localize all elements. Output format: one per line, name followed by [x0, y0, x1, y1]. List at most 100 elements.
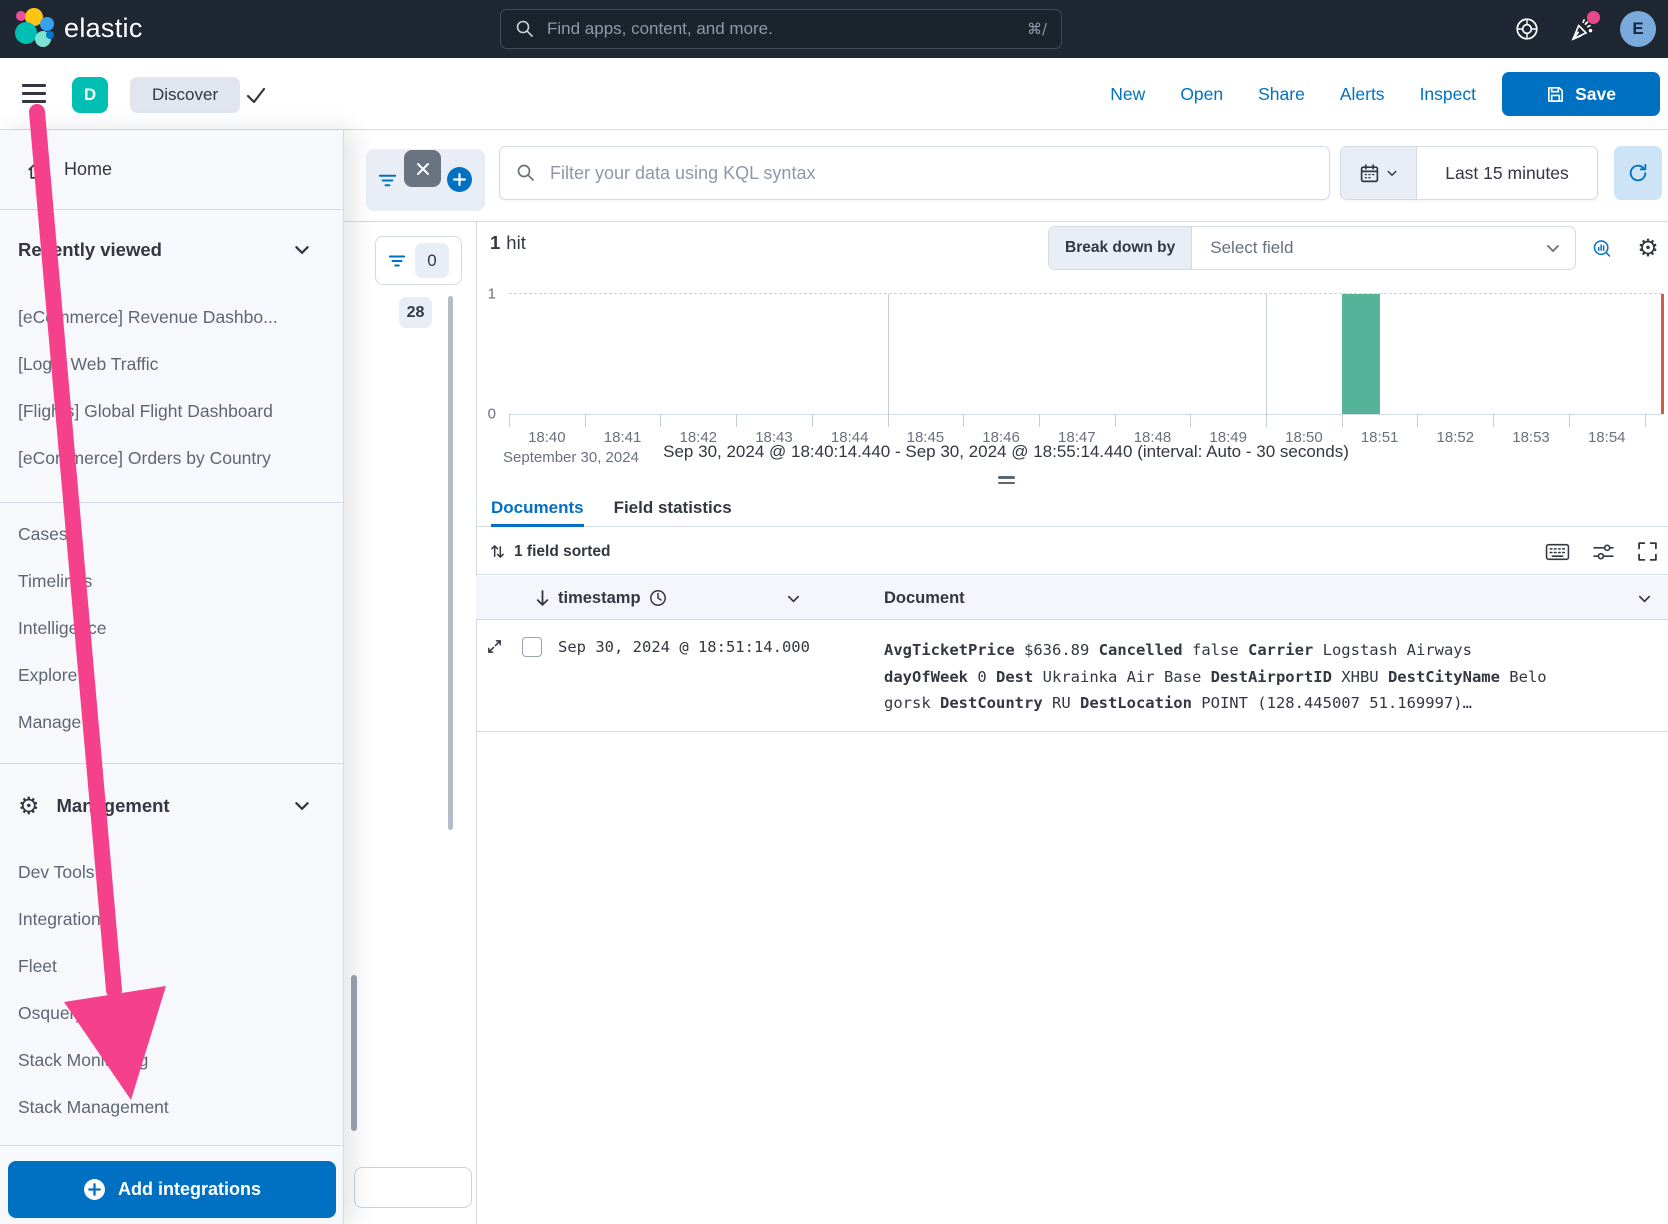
- breadcrumb-discover[interactable]: Discover: [130, 77, 240, 113]
- clock-icon: [649, 589, 667, 607]
- add-field-button[interactable]: [447, 167, 472, 192]
- toolbar-link-inspect[interactable]: Inspect: [1420, 84, 1476, 105]
- search-icon: [515, 19, 535, 39]
- add-integrations-label: Add integrations: [118, 1179, 261, 1200]
- toolbar-link-new[interactable]: New: [1110, 84, 1145, 105]
- histogram-bar[interactable]: [1342, 294, 1380, 414]
- field-filters-button[interactable]: 0: [375, 236, 462, 285]
- help-button[interactable]: [1512, 14, 1542, 44]
- row-timestamp: Sep 30, 2024 @ 18:51:14.000: [558, 638, 810, 656]
- histogram-chart[interactable]: 1 0 September 30, 2024 18:4018:4118:4218…: [509, 293, 1662, 415]
- sidebar-item-fleet[interactable]: Fleet: [0, 943, 343, 990]
- recent-item-ecommerce-orders-by-country[interactable]: [eCommerce] Orders by Country: [0, 435, 343, 482]
- x-axis-tickmark: [1039, 414, 1040, 427]
- sort-summary-button[interactable]: 1 field sorted: [490, 528, 610, 575]
- breakdown-select[interactable]: Break down by Select field: [1048, 226, 1576, 270]
- calendar-button[interactable]: [1341, 147, 1417, 199]
- header-actions: E: [1512, 0, 1656, 58]
- x-axis-tickmark: [1417, 414, 1418, 427]
- tab-field-statistics[interactable]: Field statistics: [614, 489, 732, 526]
- x-axis-tickmark: [585, 414, 586, 427]
- filter-icon: [378, 171, 397, 195]
- x-axis-tickmark: [660, 414, 661, 427]
- toolbar-link-open[interactable]: Open: [1180, 84, 1223, 105]
- row-document: AvgTicketPrice $636.89 Cancelled false C…: [884, 637, 1584, 717]
- time-range-value[interactable]: Last 15 minutes: [1417, 147, 1597, 199]
- sidebar-item-home[interactable]: Home: [0, 130, 343, 210]
- display-options-icon[interactable]: [1592, 541, 1615, 563]
- chart-settings-button[interactable]: ⚙: [1632, 232, 1664, 264]
- resize-handle[interactable]: [998, 476, 1015, 484]
- x-axis-tickmark: [1190, 414, 1191, 427]
- navigation-flyout: Home Recently viewed [eCommerce] Revenue…: [0, 130, 344, 1224]
- sidebar-item-timelines[interactable]: Timelines: [0, 558, 343, 605]
- management-title: Management: [57, 795, 170, 817]
- chevron-down-icon[interactable]: [1637, 576, 1652, 620]
- sidebar-item-cases[interactable]: Cases: [0, 511, 343, 558]
- sidebar-item-intelligence[interactable]: Intelligence: [0, 605, 343, 652]
- notification-badge: [1587, 11, 1600, 24]
- hits-count: 1hit: [490, 232, 526, 254]
- add-integrations-button[interactable]: Add integrations: [8, 1161, 336, 1218]
- expand-row-icon[interactable]: [486, 638, 503, 660]
- filter-icon: [388, 252, 406, 270]
- column-header-document[interactable]: Document: [884, 576, 965, 620]
- save-button[interactable]: Save: [1502, 72, 1660, 116]
- refresh-button[interactable]: [1614, 146, 1662, 200]
- app-toolbar: D Discover New Open Share Alerts Inspect Sav…: [0, 58, 1668, 130]
- chart-gridline: [888, 294, 889, 414]
- recent-item-flights-global-flight-dashboard[interactable]: [Flights] Global Flight Dashboard: [0, 388, 343, 435]
- global-search-input[interactable]: Find apps, content, and more. ⌘/: [500, 9, 1062, 49]
- keyboard-icon[interactable]: [1545, 541, 1570, 563]
- time-range-note: Sep 30, 2024 @ 18:40:14.440 - Sep 30, 20…: [344, 442, 1668, 462]
- kql-query-input[interactable]: Filter your data using KQL syntax: [499, 146, 1330, 200]
- sidebar-scrollbar[interactable]: [351, 975, 357, 1131]
- elastic-logo[interactable]: elastic: [14, 8, 143, 48]
- x-axis-tickmark: [1342, 414, 1343, 427]
- close-button[interactable]: [404, 150, 441, 187]
- x-axis-tickmark: [1115, 414, 1116, 427]
- divider: [0, 502, 343, 503]
- x-axis-tickmark: [736, 414, 737, 427]
- newsfeed-button[interactable]: [1566, 14, 1596, 44]
- divider: [0, 1145, 343, 1146]
- recently-viewed-header[interactable]: Recently viewed: [0, 228, 343, 272]
- user-avatar[interactable]: E: [1620, 11, 1656, 47]
- home-label: Home: [64, 159, 112, 180]
- tab-documents[interactable]: Documents: [491, 489, 584, 526]
- chart-suggestions-button[interactable]: [1586, 232, 1618, 264]
- sidebar-item-osquery[interactable]: Osquery: [0, 990, 343, 1037]
- column-header-timestamp[interactable]: timestamp: [535, 576, 667, 620]
- sidebar-item-integrations[interactable]: Integrations: [0, 896, 343, 943]
- sidebar-item-dev-tools[interactable]: Dev Tools: [0, 849, 343, 896]
- menu-button[interactable]: [22, 84, 46, 103]
- fullscreen-icon[interactable]: [1637, 541, 1658, 562]
- sidebar-item-explore[interactable]: Explore: [0, 652, 343, 699]
- toolbar-link-alerts[interactable]: Alerts: [1340, 84, 1385, 105]
- brand-name: elastic: [64, 13, 143, 44]
- result-tabs: Documents Field statistics: [476, 489, 1668, 527]
- breakdown-value[interactable]: Select field: [1192, 227, 1545, 269]
- table-row: Sep 30, 2024 @ 18:51:14.000 AvgTicketPric…: [476, 620, 1668, 732]
- field-search-input[interactable]: [354, 1167, 472, 1208]
- recently-viewed-list: [eCommerce] Revenue Dashbo...[Logs] Web …: [0, 294, 343, 482]
- time-range-picker[interactable]: Last 15 minutes: [1340, 146, 1598, 200]
- sidebar-item-stack-monitoring[interactable]: Stack Monitoring: [0, 1037, 343, 1084]
- recent-item-logs-web-traffic[interactable]: [Logs] Web Traffic: [0, 341, 343, 388]
- sidebar-item-manage[interactable]: Manage: [0, 699, 343, 746]
- search-shortcut: ⌘/: [1027, 20, 1047, 38]
- management-header[interactable]: ⚙ Management: [0, 784, 343, 828]
- plus-icon: [453, 173, 466, 186]
- x-axis-tickmark: [888, 414, 889, 427]
- y-axis-label-max: 1: [488, 286, 496, 303]
- chart-gridline: [1266, 294, 1267, 414]
- space-badge[interactable]: D: [72, 77, 108, 113]
- row-checkbox[interactable]: [522, 637, 542, 657]
- sidebar-item-stack-management[interactable]: Stack Management: [0, 1084, 343, 1131]
- discover-page: elastic Find apps, content, and more. ⌘/: [0, 0, 1668, 1224]
- recently-viewed-title: Recently viewed: [18, 239, 162, 261]
- field-list-scrollbar[interactable]: [448, 296, 453, 830]
- toolbar-link-share[interactable]: Share: [1258, 84, 1305, 105]
- recent-item-ecommerce-revenue-dashbo[interactable]: [eCommerce] Revenue Dashbo...: [0, 294, 343, 341]
- chevron-down-icon[interactable]: [786, 576, 801, 620]
